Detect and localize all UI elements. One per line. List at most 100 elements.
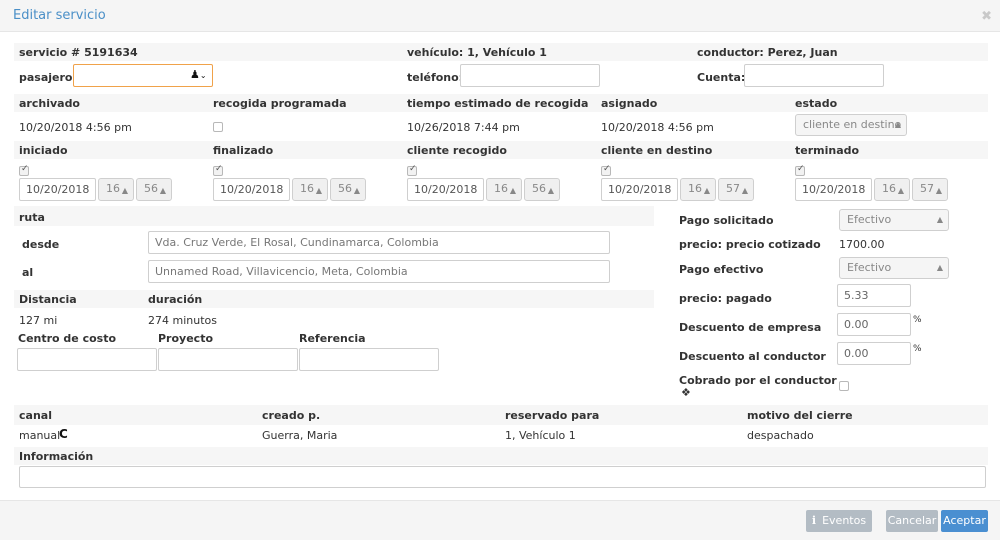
created-by-value: Guerra, Maria xyxy=(262,429,338,442)
row-stripe xyxy=(14,206,654,226)
time-field-date-input[interactable]: 10/20/2018 xyxy=(795,178,872,201)
paid-price-input[interactable]: 5.33 xyxy=(837,284,911,307)
dialog-title: Editar servicio xyxy=(13,8,106,23)
close-reason-label: motivo del cierre xyxy=(747,409,853,422)
hour-value: 16 xyxy=(494,182,508,195)
select-arrows-icon: ▲ xyxy=(315,186,322,195)
time-field-checkbox[interactable] xyxy=(407,164,417,176)
minute-value: 57 xyxy=(920,182,934,195)
effective-payment-value: Efectivo xyxy=(847,261,892,274)
info-icon: i xyxy=(811,514,817,527)
minute-value: 56 xyxy=(338,182,352,195)
time-field-date-input[interactable]: 10/20/2018 xyxy=(19,178,96,201)
time-field-label: finalizado xyxy=(213,144,274,157)
select-arrows-icon: ▲ xyxy=(894,120,901,129)
time-field-hour-select[interactable]: 16 ▲ xyxy=(486,178,522,201)
time-field-minute-select[interactable]: 57 ▲ xyxy=(912,178,948,201)
cost-center-label: Centro de costo xyxy=(18,332,117,345)
account-input[interactable] xyxy=(744,64,884,87)
driver-discount-label: Descuento al conductor xyxy=(679,350,826,363)
cost-center-input[interactable] xyxy=(17,348,157,371)
requested-payment-value: Efectivo xyxy=(847,213,892,226)
row-stripe xyxy=(14,290,654,308)
events-button[interactable]: i Eventos xyxy=(806,510,872,532)
state-select[interactable]: cliente en destino ▲ xyxy=(795,114,907,136)
from-input[interactable]: Vda. Cruz Verde, El Rosal, Cundinamarca,… xyxy=(148,231,610,254)
time-field-minute-select[interactable]: 56 ▲ xyxy=(136,178,172,201)
quoted-price-value: 1700.00 xyxy=(839,238,885,251)
phone-input[interactable] xyxy=(460,64,600,87)
time-field-minute-select[interactable]: 56 ▲ xyxy=(330,178,366,201)
time-field-label: cliente en destino xyxy=(601,144,713,157)
project-input[interactable] xyxy=(158,348,298,371)
cancel-button[interactable]: Cancelar xyxy=(886,510,938,532)
time-field-hour-select[interactable]: 16 ▲ xyxy=(680,178,716,201)
reserved-for-label: reservado para xyxy=(505,409,600,422)
select-arrows-icon: ▲ xyxy=(509,186,516,195)
from-label: desde xyxy=(22,238,60,251)
scheduled-pickup-checkbox[interactable] xyxy=(213,122,223,132)
select-arrows-icon: ▲ xyxy=(159,186,166,195)
accept-button[interactable]: Aceptar xyxy=(941,510,988,532)
app-icon: C xyxy=(59,427,68,441)
select-arrows-icon: ▲ xyxy=(741,186,748,195)
driver-label: conductor: Perez, Juan xyxy=(697,46,838,59)
estimated-pickup-label: tiempo estimado de recogida xyxy=(407,97,589,110)
row-stripe xyxy=(14,447,988,465)
archived-value: 10/20/2018 4:56 pm xyxy=(19,121,132,134)
state-label: estado xyxy=(795,97,838,110)
reference-input[interactable] xyxy=(299,348,439,371)
time-field-checkbox[interactable] xyxy=(19,164,29,176)
channel-label: canal xyxy=(19,409,52,422)
time-field-checkbox[interactable] xyxy=(213,164,223,176)
driver-discount-percent: % xyxy=(913,344,922,354)
user-icon[interactable]: ♟⌄ xyxy=(190,68,207,81)
state-select-value: cliente en destino xyxy=(803,118,902,131)
distance-value: 127 mi xyxy=(19,314,58,327)
select-arrows-icon: ▲ xyxy=(936,215,943,224)
close-icon[interactable]: ✖ xyxy=(981,9,992,24)
effective-payment-select[interactable]: Efectivo ▲ xyxy=(839,257,949,279)
select-arrows-icon: ▲ xyxy=(121,186,128,195)
select-arrows-icon: ▲ xyxy=(353,186,360,195)
driver-discount-input[interactable]: 0.00 xyxy=(837,342,911,365)
time-field-checkbox[interactable] xyxy=(601,164,611,176)
money-icon: ❖ xyxy=(681,386,691,399)
paid-price-label: precio: pagado xyxy=(679,292,772,305)
to-input[interactable]: Unnamed Road, Villavicencio, Meta, Colom… xyxy=(148,260,610,283)
hour-value: 16 xyxy=(300,182,314,195)
close-reason-value: despachado xyxy=(747,429,814,442)
hour-value: 16 xyxy=(882,182,896,195)
time-field-date-input[interactable]: 10/20/2018 xyxy=(213,178,290,201)
company-discount-percent: % xyxy=(913,315,922,325)
time-field-hour-select[interactable]: 16 ▲ xyxy=(98,178,134,201)
collected-by-driver-checkbox[interactable] xyxy=(839,381,849,391)
requested-payment-select[interactable]: Efectivo ▲ xyxy=(839,209,949,231)
vehicle-label: vehículo: 1, Vehículo 1 xyxy=(407,46,547,59)
information-input[interactable] xyxy=(19,466,986,488)
archived-label: archivado xyxy=(19,97,80,110)
select-arrows-icon: ▲ xyxy=(897,186,904,195)
account-label: Cuenta: xyxy=(697,71,746,84)
company-discount-input[interactable]: 0.00 xyxy=(837,313,911,336)
duration-label: duración xyxy=(148,293,203,306)
time-field-date-input[interactable]: 10/20/2018 xyxy=(407,178,484,201)
time-field-minute-select[interactable]: 57 ▲ xyxy=(718,178,754,201)
time-field-checkbox[interactable] xyxy=(795,164,805,176)
service-number: servicio # 5191634 xyxy=(19,46,138,59)
select-arrows-icon: ▲ xyxy=(547,186,554,195)
channel-value: manual xyxy=(19,429,61,442)
reference-label: Referencia xyxy=(299,332,366,345)
information-label: Información xyxy=(19,450,94,463)
dialog-header: Editar servicio ✖ xyxy=(0,0,1000,32)
time-field-date-input[interactable]: 10/20/2018 xyxy=(601,178,678,201)
time-field-minute-select[interactable]: 56 ▲ xyxy=(524,178,560,201)
time-field-label: iniciado xyxy=(19,144,68,157)
hour-value: 16 xyxy=(106,182,120,195)
time-field-hour-select[interactable]: 16 ▲ xyxy=(292,178,328,201)
hour-value: 16 xyxy=(688,182,702,195)
assigned-label: asignado xyxy=(601,97,658,110)
minute-value: 57 xyxy=(726,182,740,195)
time-field-hour-select[interactable]: 16 ▲ xyxy=(874,178,910,201)
select-arrows-icon: ▲ xyxy=(936,263,943,272)
